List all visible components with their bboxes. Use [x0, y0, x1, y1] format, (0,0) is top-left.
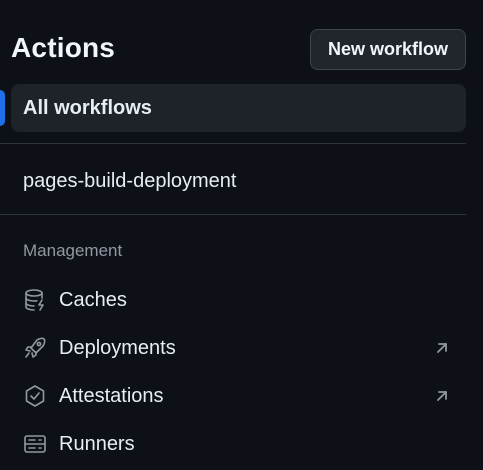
sidebar-item-all-workflows[interactable]: All workflows	[11, 84, 466, 132]
sidebar-item-label: All workflows	[23, 96, 152, 119]
sidebar-item-label: pages-build-deployment	[23, 169, 237, 192]
sidebar-item-workflow[interactable]: pages-build-deployment	[11, 157, 466, 205]
sidebar-item-deployments[interactable]: Deployments	[11, 326, 466, 370]
shield-check-icon	[23, 384, 47, 408]
page-title: Actions	[11, 32, 116, 63]
actions-sidebar: Actions New workflow All workflows pages…	[0, 0, 483, 470]
active-indicator	[0, 90, 5, 126]
server-icon	[23, 432, 47, 456]
external-link-icon	[432, 338, 452, 358]
sidebar-item-label: Caches	[59, 288, 127, 311]
sidebar-item-runners[interactable]: Runners	[11, 422, 466, 466]
external-link-icon	[432, 386, 452, 406]
sidebar-item-label: Deployments	[59, 336, 176, 359]
sidebar-item-label: Attestations	[59, 384, 164, 407]
sidebar-item-label: Runners	[59, 432, 135, 455]
database-icon	[23, 288, 47, 312]
rocket-icon	[23, 336, 47, 360]
sidebar-item-attestations[interactable]: Attestations	[11, 374, 466, 418]
sidebar-item-caches[interactable]: Caches	[11, 278, 466, 322]
new-workflow-button[interactable]: New workflow	[310, 29, 466, 70]
divider	[0, 214, 466, 215]
section-heading-management: Management	[23, 241, 123, 260]
divider	[0, 143, 466, 144]
